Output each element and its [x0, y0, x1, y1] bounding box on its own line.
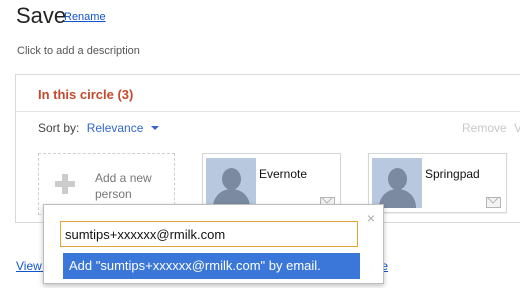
- chevron-down-icon: [150, 126, 159, 130]
- sort-label: Sort by:: [38, 121, 80, 135]
- default-avatar-icon: [206, 158, 256, 208]
- sort-value: Relevance: [86, 121, 144, 135]
- add-person-label: Add a new person: [95, 171, 152, 201]
- mail-icon[interactable]: [486, 197, 501, 208]
- remove-button[interactable]: Remove: [462, 121, 507, 135]
- add-email-popup: × Add "sumtips+xxxxxx@rmilk.com" by emai…: [43, 204, 384, 284]
- person-name: Springpad: [425, 167, 480, 181]
- close-icon[interactable]: ×: [367, 210, 375, 226]
- circle-member-count-heading: In this circle (3): [38, 87, 134, 102]
- email-input[interactable]: [60, 221, 358, 247]
- sort-bar: Sort by: Relevance: [38, 121, 159, 135]
- sort-dropdown[interactable]: Relevance: [87, 121, 159, 135]
- default-avatar-icon: [372, 158, 422, 208]
- circle-header: In this circle (3): [16, 75, 520, 112]
- person-name: Evernote: [259, 167, 308, 181]
- add-by-email-suggestion[interactable]: Add "sumtips+xxxxxx@rmilk.com" by email.: [63, 253, 360, 279]
- plus-icon: [55, 174, 75, 194]
- person-card-springpad[interactable]: Springpad: [368, 153, 507, 213]
- view-option-cut[interactable]: V: [514, 121, 520, 135]
- description-placeholder[interactable]: Click to add a description: [17, 45, 140, 57]
- rename-link[interactable]: Rename: [64, 11, 106, 23]
- circle-title: Save: [16, 3, 67, 28]
- circle-panel: In this circle (3) Sort by: Relevance Re…: [15, 74, 520, 223]
